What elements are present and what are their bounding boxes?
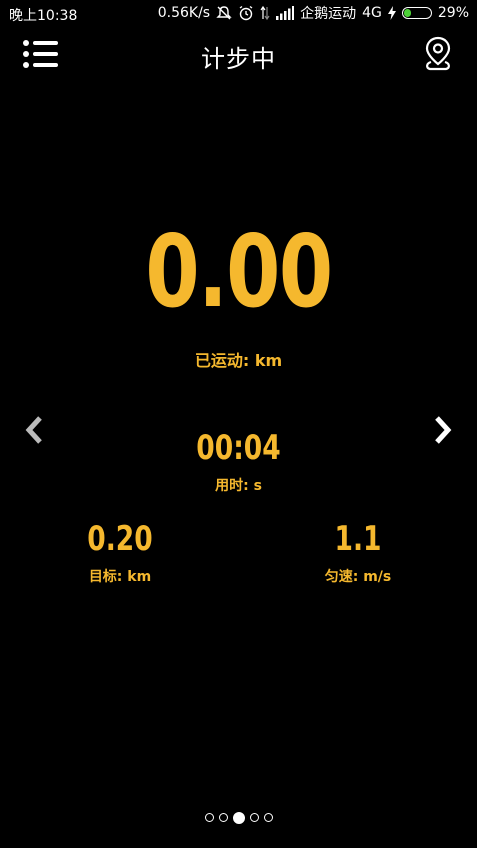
next-page-button[interactable] <box>431 414 455 446</box>
status-time: 晚上10:38 <box>9 8 78 24</box>
page-dot[interactable] <box>249 813 259 822</box>
chevron-right-icon <box>435 416 452 444</box>
chevron-left-icon <box>25 416 42 444</box>
previous-page-button[interactable] <box>22 414 46 446</box>
page-dot[interactable] <box>263 813 273 822</box>
battery-percent: 29% <box>437 5 469 21</box>
elapsed-time-value: 00:04 <box>196 428 281 468</box>
page-title: 计步中 <box>201 45 276 73</box>
data-arrows-icon <box>260 5 270 21</box>
charging-icon <box>387 6 396 20</box>
network-type: 4G <box>362 5 382 21</box>
status-indicators: 0.56K/s 企鹅运动 4G 29% <box>158 4 469 22</box>
carrier-name: 企鹅运动 <box>300 6 357 22</box>
page-dot[interactable] <box>218 813 228 822</box>
battery-icon <box>401 7 432 19</box>
alarm-icon <box>238 5 254 21</box>
map-pin-icon <box>425 36 451 71</box>
battery-fill <box>403 9 412 17</box>
network-speed: 0.56K/s <box>157 5 211 21</box>
status-bar: 晚上10:38 0.56K/s 企鹅运动 4G 29% <box>0 0 477 26</box>
page-dot[interactable] <box>204 813 214 822</box>
target-value: 0.20 <box>87 519 153 559</box>
distance-value: 0.00 <box>145 213 333 330</box>
header: 计步中 <box>0 26 477 82</box>
mute-icon <box>216 5 232 21</box>
page-dot[interactable] <box>232 811 245 824</box>
elapsed-time-label: 用时: s <box>215 478 262 494</box>
target-label: 目标: km <box>88 569 152 585</box>
location-button[interactable] <box>424 36 452 72</box>
signal-icon <box>276 6 295 20</box>
page-indicator <box>0 811 477 824</box>
speed-label: 匀速: m/s <box>324 569 392 585</box>
speed-value: 1.1 <box>334 519 382 559</box>
distance-label: 已运动: km <box>194 351 283 370</box>
